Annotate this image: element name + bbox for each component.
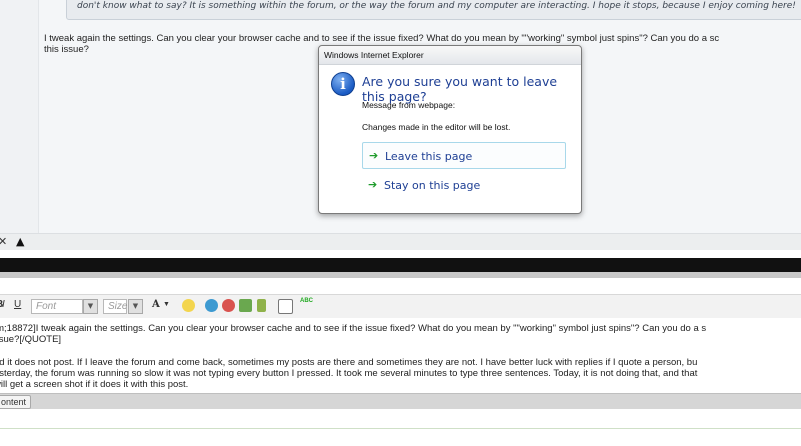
- divider: [0, 428, 801, 429]
- editor-line: will get a screen shot if it does it wit…: [0, 379, 189, 390]
- leave-page-dialog: Windows Internet Explorer i Are you sure…: [318, 45, 582, 214]
- editor-toolbar: B I U Font ▼ Size ▼ A ▼ ABC: [0, 294, 801, 319]
- quote-box: don't know what to say? It is something …: [66, 0, 801, 20]
- chevron-down-icon[interactable]: ▼: [128, 299, 143, 314]
- editor-line: esterday, the forum was running so slow …: [0, 368, 698, 379]
- arrow-right-icon: ➔: [368, 178, 378, 191]
- chevron-down-icon[interactable]: ▼: [83, 299, 98, 314]
- separator-bar: [0, 258, 801, 272]
- chevron-down-icon[interactable]: ▼: [163, 301, 170, 316]
- post-line: I tweak again the settings. Can you clea…: [44, 33, 720, 44]
- size-select[interactable]: Size: [103, 299, 127, 314]
- italic-button[interactable]: I: [2, 299, 5, 314]
- stay-on-page-label: Stay on this page: [384, 179, 481, 192]
- editor-line: nd it does not post. If I leave the foru…: [0, 357, 698, 368]
- editor-line: im;18872]I tweak again the settings. Can…: [0, 323, 707, 334]
- insert-link-icon[interactable]: [205, 299, 218, 312]
- dialog-title: Windows Internet Explorer: [324, 50, 424, 60]
- insert-video-icon[interactable]: [257, 299, 266, 312]
- quote-icon[interactable]: [278, 299, 293, 314]
- arrow-right-icon: ➔: [369, 149, 379, 162]
- leave-page-button[interactable]: ➔ Leave this page: [362, 142, 566, 169]
- dialog-titlebar[interactable]: Windows Internet Explorer: [319, 46, 581, 65]
- smiley-icon[interactable]: [182, 299, 195, 312]
- insert-image-icon[interactable]: [239, 299, 252, 312]
- editor-textarea[interactable]: im;18872]I tweak again the settings. Can…: [0, 318, 801, 394]
- content-tab[interactable]: ontent: [0, 395, 32, 409]
- warning-icon: ▲: [16, 235, 25, 248]
- close-icon[interactable]: ✕: [0, 235, 7, 248]
- font-color-button[interactable]: A: [152, 299, 160, 314]
- dialog-message: Changes made in the editor will be lost.: [362, 122, 511, 132]
- editor-line: ssue?[/QUOTE]: [0, 334, 62, 345]
- leave-page-label: Leave this page: [385, 150, 473, 163]
- left-gutter: [0, 0, 39, 233]
- info-icon: i: [331, 72, 355, 96]
- editor-tab-bar: ontent: [0, 393, 801, 409]
- remove-link-icon[interactable]: [222, 299, 235, 312]
- info-icon-glyph: i: [340, 75, 346, 93]
- warning-bar: ✕ ▲: [0, 233, 801, 250]
- spellcheck-icon[interactable]: ABC: [300, 298, 313, 313]
- stay-on-page-button[interactable]: ➔ Stay on this page: [362, 172, 566, 199]
- dialog-source-label: Message from webpage:: [362, 100, 456, 110]
- quote-text: don't know what to say? It is something …: [77, 1, 796, 11]
- font-select[interactable]: Font: [31, 299, 83, 314]
- underline-button[interactable]: U: [14, 299, 21, 314]
- separator-bar-gray: [0, 272, 801, 278]
